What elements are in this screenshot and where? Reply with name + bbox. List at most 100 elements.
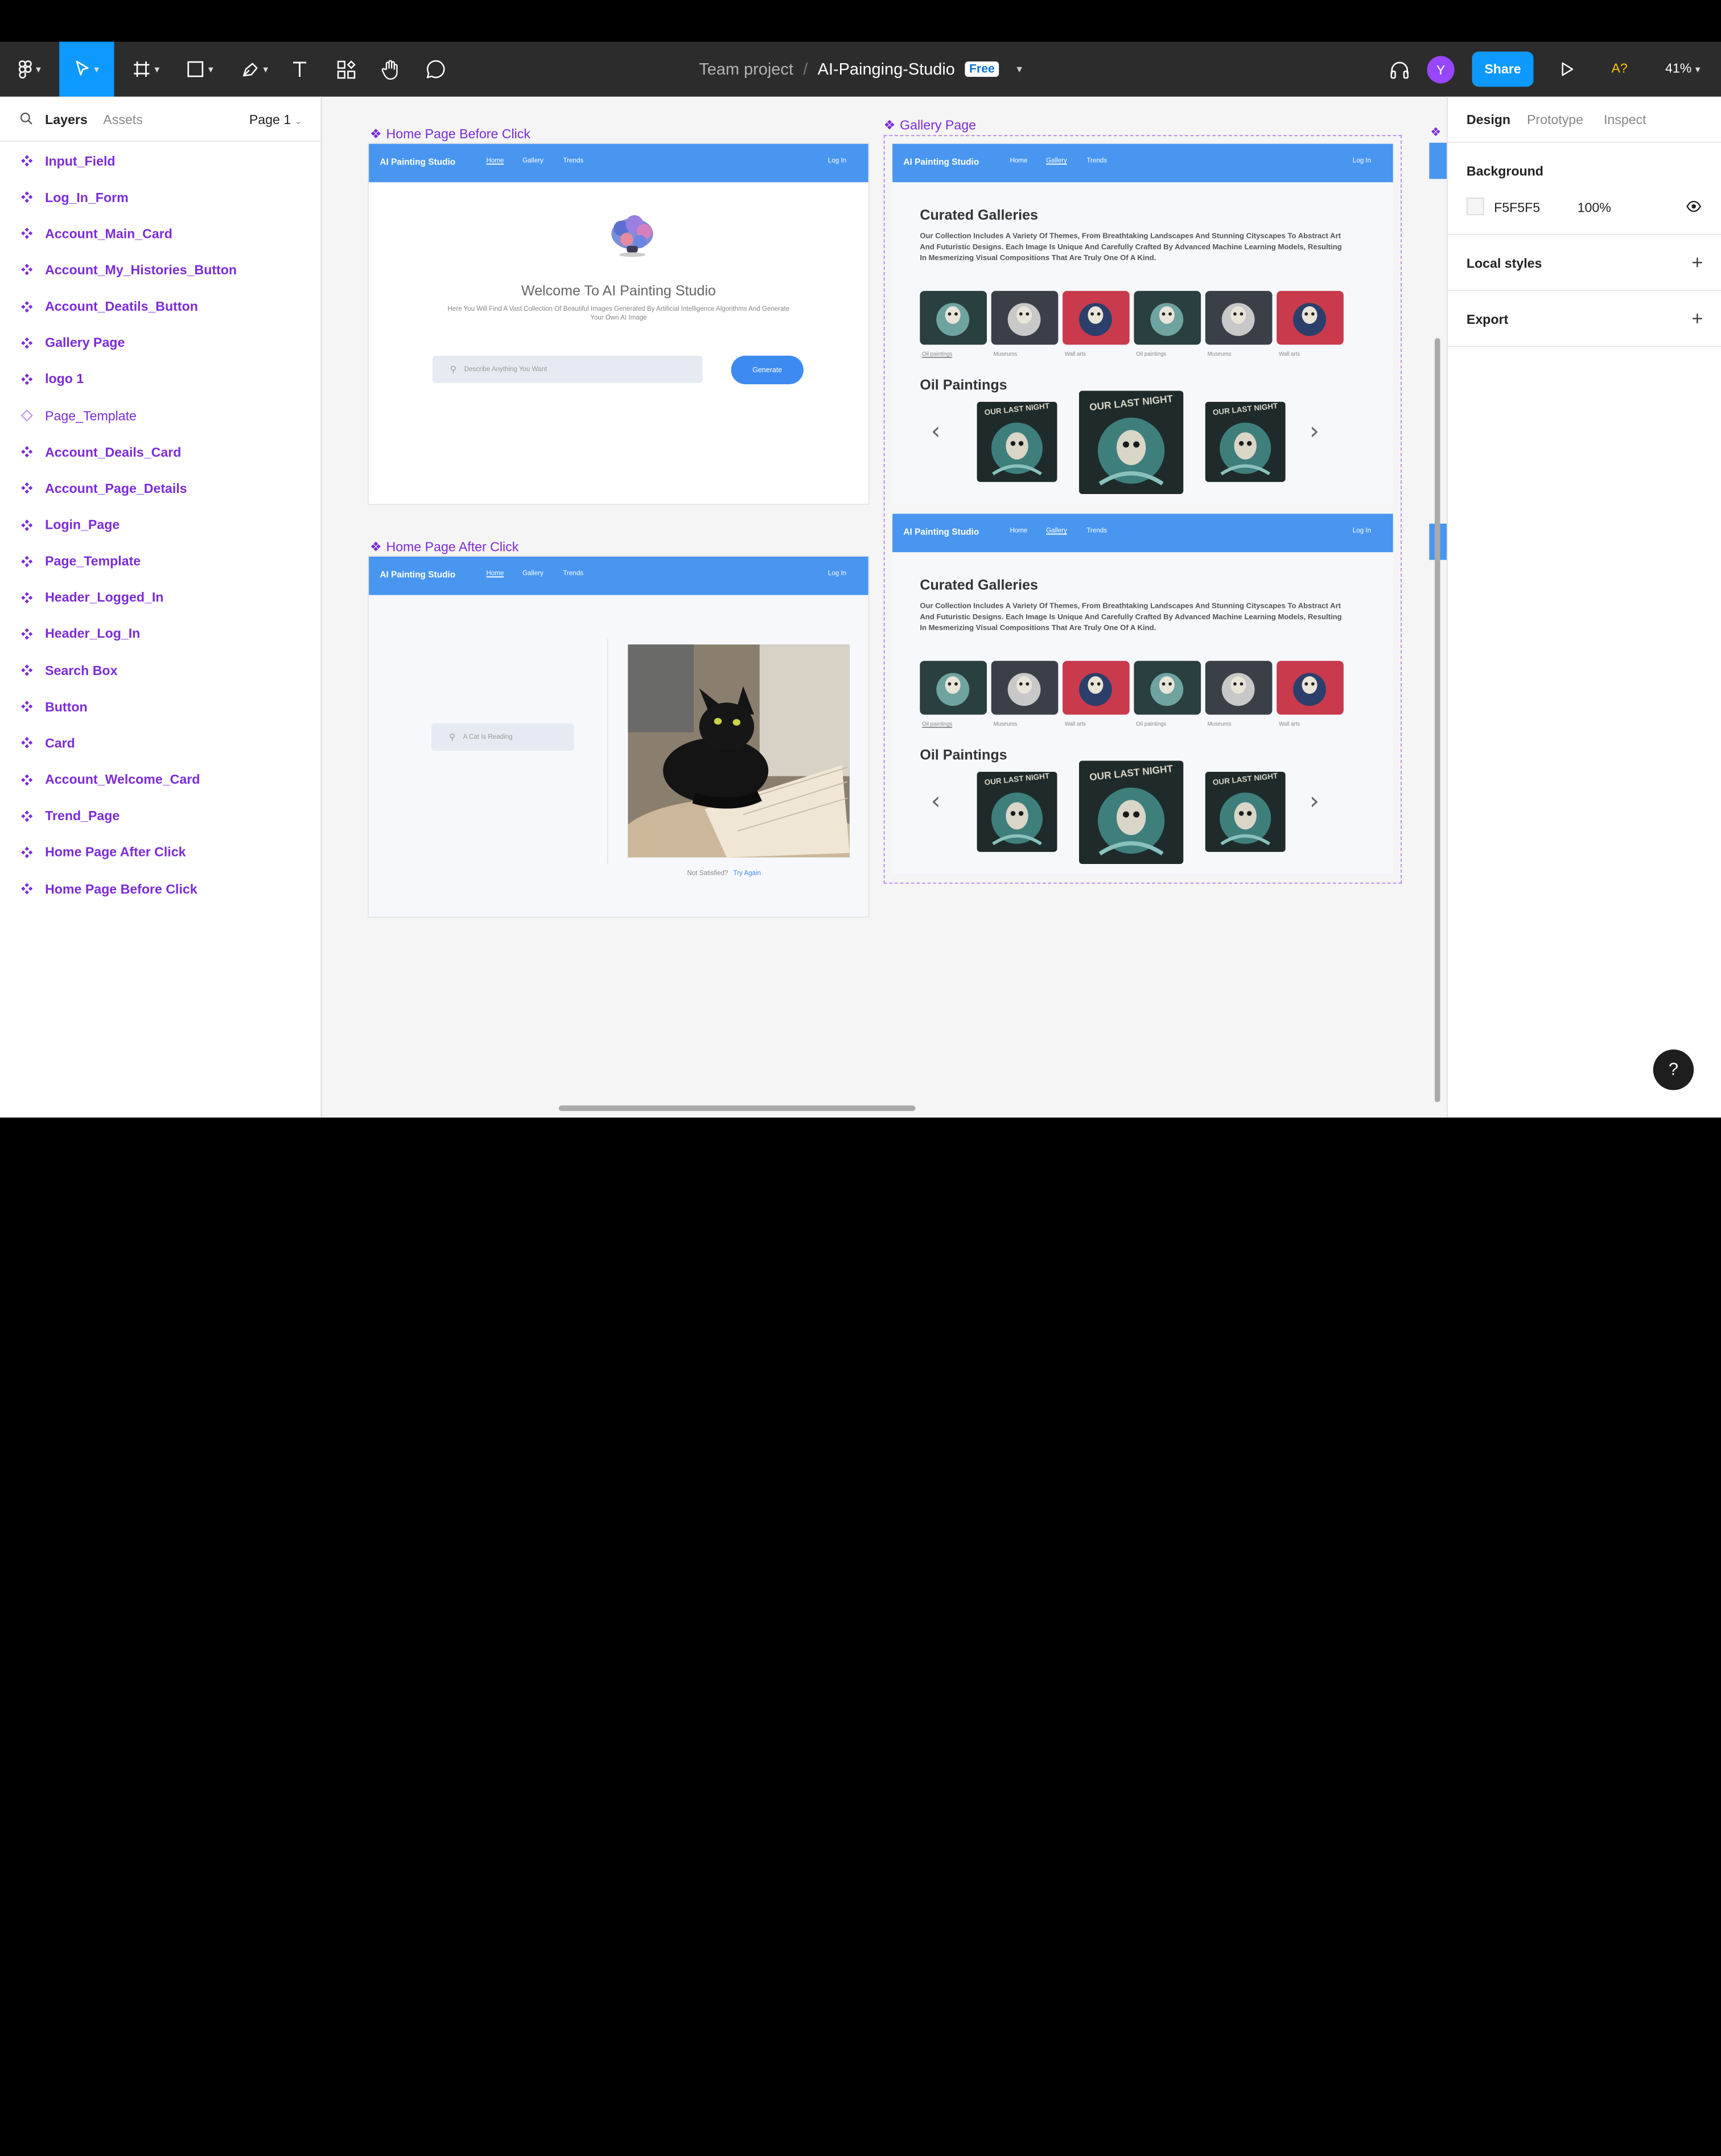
add-style-plus-icon[interactable]: + xyxy=(1691,252,1703,275)
oil-painting-card[interactable]: OUR LAST NIGHT xyxy=(977,771,1057,852)
move-tool-button[interactable]: ▾ xyxy=(59,42,114,97)
carousel-next-icon[interactable]: › xyxy=(1310,788,1319,816)
nav-trends[interactable]: Trends xyxy=(1087,528,1107,535)
layer-item[interactable]: Log_In_Form xyxy=(0,179,320,216)
nav-trends[interactable]: Trends xyxy=(563,158,583,165)
gallery-thumbnail[interactable] xyxy=(991,291,1059,345)
oil-painting-card[interactable]: OUR LAST NIGHT xyxy=(1079,390,1184,494)
layer-item[interactable]: Login_Page xyxy=(0,507,320,543)
nav-login[interactable]: Log In xyxy=(828,158,846,165)
hand-tool-button[interactable] xyxy=(377,42,405,96)
gallery-variant[interactable]: AI Painting Studio Home Gallery Trends Log I… xyxy=(892,513,1393,874)
site-logo[interactable]: AI Painting Studio xyxy=(903,527,979,537)
site-logo[interactable]: AI Painting Studio xyxy=(903,157,979,167)
carousel-prev-icon[interactable]: ‹ xyxy=(931,788,941,816)
share-button[interactable]: Share xyxy=(1472,51,1534,87)
gallery-thumbnail[interactable] xyxy=(920,291,987,345)
nav-home[interactable]: Home xyxy=(486,158,504,165)
layer-item[interactable]: Header_Log_In xyxy=(0,616,320,652)
layer-item[interactable]: Account_Deails_Card xyxy=(0,434,320,470)
pen-tool-button[interactable]: ▾ xyxy=(233,42,277,96)
tab-design[interactable]: Design xyxy=(1467,112,1510,127)
gallery-variant[interactable]: AI Painting Studio Home Gallery Trends Log I… xyxy=(892,143,1393,504)
layer-item[interactable]: Search Box xyxy=(0,652,320,689)
plan-badge[interactable]: Free xyxy=(965,61,999,77)
horizontal-scrollbar[interactable] xyxy=(558,1105,916,1111)
design-canvas[interactable]: ❖ Home Page Before Click AI Painting Stu… xyxy=(322,96,1447,1118)
layer-item[interactable]: Account_Welcome_Card xyxy=(0,762,320,798)
gallery-thumbnail[interactable] xyxy=(1134,291,1201,345)
gallery-thumbnail[interactable] xyxy=(1063,291,1130,345)
carousel-next-icon[interactable]: › xyxy=(1310,418,1319,446)
background-hex-input[interactable]: F5F5F5 xyxy=(1494,200,1540,215)
gallery-thumbnail[interactable] xyxy=(1277,661,1344,715)
nav-home[interactable]: Home xyxy=(486,571,504,578)
add-export-plus-icon[interactable]: + xyxy=(1691,307,1703,331)
gallery-thumbnail[interactable] xyxy=(1134,661,1201,715)
layer-item[interactable]: Home Page Before Click xyxy=(0,871,320,907)
layer-item[interactable]: Trend_Page xyxy=(0,798,320,834)
search-icon[interactable] xyxy=(20,112,33,125)
comment-tool-button[interactable] xyxy=(422,42,450,96)
generate-button[interactable]: Generate xyxy=(731,355,804,385)
breadcrumb-team[interactable]: Team project xyxy=(699,60,793,79)
nav-gallery[interactable]: Gallery xyxy=(522,571,544,578)
text-tool-button[interactable] xyxy=(285,42,314,96)
main-menu-button[interactable]: ▾ xyxy=(9,42,50,96)
gallery-thumbnail[interactable] xyxy=(1205,291,1273,345)
layer-item[interactable]: logo 1 xyxy=(0,361,320,397)
layer-item[interactable]: Button xyxy=(0,689,320,725)
nav-home[interactable]: Home xyxy=(1010,528,1027,535)
carousel-prev-icon[interactable]: ‹ xyxy=(931,418,941,446)
oil-painting-card[interactable]: OUR LAST NIGHT xyxy=(1079,760,1184,864)
user-avatar[interactable]: Y xyxy=(1427,56,1455,84)
layer-item[interactable]: Home Page After Click xyxy=(0,834,320,871)
gallery-thumbnail[interactable] xyxy=(920,661,987,715)
nav-trends[interactable]: Trends xyxy=(563,571,583,578)
frame-label-home-after[interactable]: ❖ Home Page After Click xyxy=(370,539,518,554)
nav-gallery[interactable]: Gallery xyxy=(522,158,544,165)
frame-label-home-before[interactable]: ❖ Home Page Before Click xyxy=(370,126,530,142)
layer-item[interactable]: Account_Page_Details xyxy=(0,470,320,507)
eye-icon[interactable] xyxy=(1686,200,1702,212)
nav-login[interactable]: Log In xyxy=(1353,158,1371,165)
gallery-thumbnail[interactable] xyxy=(1277,291,1344,345)
file-name[interactable]: AI-Painging-Studio xyxy=(818,60,955,79)
frame-home-before[interactable]: AI Painting Studio Home Gallery Trends L… xyxy=(369,143,868,504)
layer-item[interactable]: Header_Logged_In xyxy=(0,579,320,616)
gallery-component-set[interactable]: AI Painting Studio Home Gallery Trends Log I… xyxy=(883,135,1402,884)
try-again-link[interactable]: Try Again xyxy=(733,871,760,878)
vertical-scrollbar[interactable] xyxy=(1434,338,1440,1102)
prompt-search-box[interactable]: ⚲ Describe Anything You Want xyxy=(432,355,703,384)
nav-trends[interactable]: Trends xyxy=(1087,158,1107,165)
frame-label-gallery[interactable]: ❖ Gallery Page xyxy=(884,117,976,133)
layer-item[interactable]: Account_My_Histories_Button xyxy=(0,252,320,289)
layer-item[interactable]: Account_Main_Card xyxy=(0,216,320,252)
oil-painting-card[interactable]: OUR LAST NIGHT xyxy=(977,401,1057,482)
gallery-thumbnail[interactable] xyxy=(991,661,1059,715)
nav-gallery[interactable]: Gallery xyxy=(1046,528,1067,535)
layer-item[interactable]: Card xyxy=(0,725,320,762)
layer-item[interactable]: Gallery Page xyxy=(0,324,320,361)
site-logo[interactable]: AI Painting Studio xyxy=(380,570,455,579)
file-menu-chevron-icon[interactable]: ▾ xyxy=(1016,63,1022,75)
help-button[interactable]: ? xyxy=(1653,1049,1694,1091)
layer-item[interactable]: Account_Deatils_Button xyxy=(0,288,320,324)
layer-item[interactable]: Input_Field xyxy=(0,143,320,179)
layer-item[interactable]: Page_Template xyxy=(0,397,320,434)
frame-tool-button[interactable]: ▾ xyxy=(124,42,168,96)
tab-assets[interactable]: Assets xyxy=(103,112,142,127)
oil-painting-card[interactable]: OUR LAST NIGHT xyxy=(1205,771,1286,852)
layer-item[interactable]: Page_Template xyxy=(0,543,320,579)
frame-home-after[interactable]: AI Painting Studio Home Gallery Trends L… xyxy=(369,556,868,917)
nav-home[interactable]: Home xyxy=(1010,158,1027,165)
site-logo[interactable]: AI Painting Studio xyxy=(380,157,455,167)
page-selector[interactable]: Page 1 ⌄ xyxy=(249,112,302,127)
gallery-thumbnail[interactable] xyxy=(1063,661,1130,715)
background-color-swatch[interactable] xyxy=(1466,198,1484,216)
zoom-control[interactable]: 41% ▾ xyxy=(1665,60,1701,76)
gallery-thumbnail[interactable] xyxy=(1205,661,1273,715)
nav-gallery[interactable]: Gallery xyxy=(1046,158,1067,165)
resources-button[interactable] xyxy=(331,42,360,96)
background-opacity-input[interactable]: 100% xyxy=(1578,200,1611,215)
